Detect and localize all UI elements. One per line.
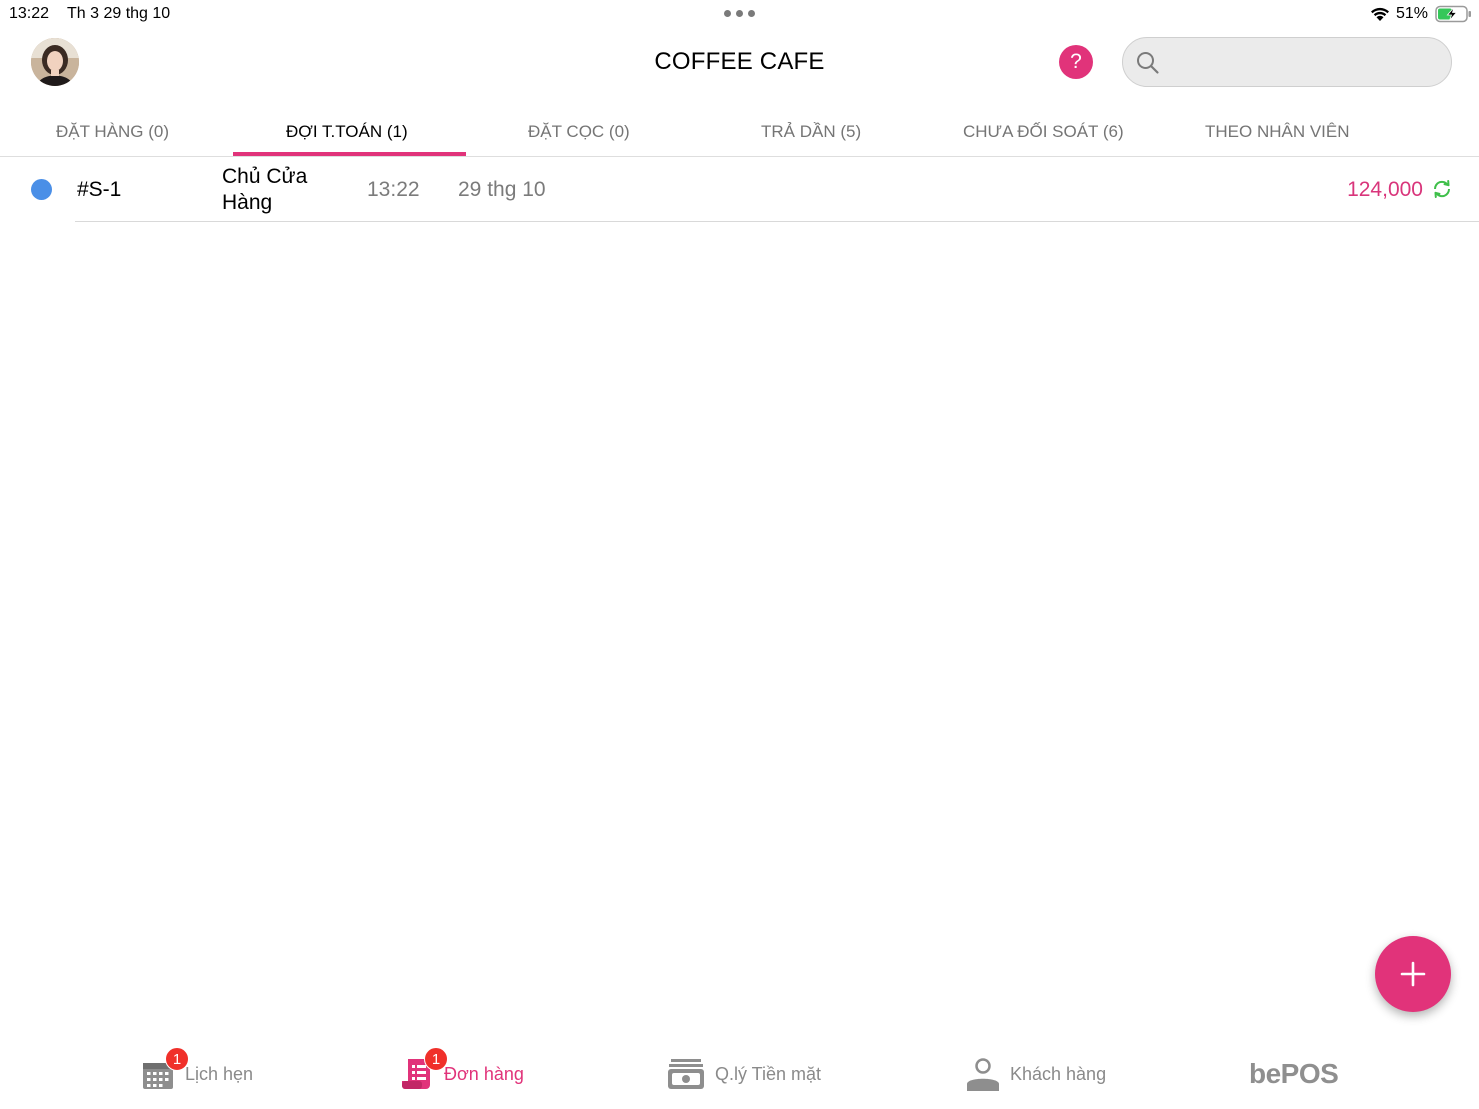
- nav-label-tien-mat: Q.lý Tiền mặt: [715, 1063, 822, 1084]
- nav-label-khach-hang: Khách hàng: [1010, 1063, 1107, 1084]
- plus-icon: [1400, 961, 1426, 987]
- multitasking-dots-icon[interactable]: [724, 10, 756, 18]
- search-icon: [1137, 52, 1159, 74]
- status-bar: 13:22 Th 3 29 thg 10 51%: [0, 0, 1479, 28]
- order-amount: 124,000: [1347, 178, 1423, 201]
- nav-label-don-hang: Đơn hàng: [444, 1063, 524, 1084]
- nav-item-don-hang[interactable]: 1 Đơn hàng: [400, 1047, 524, 1096]
- order-time: 13:22: [367, 178, 420, 201]
- tab-doi-thanh-toan[interactable]: ĐỢI T.TOÁN (1): [286, 122, 408, 142]
- sync-icon[interactable]: [1431, 178, 1453, 200]
- orders-badge: 1: [424, 1047, 448, 1071]
- tab-theo-nhan-vien[interactable]: THEO NHÂN VIÊN: [1205, 122, 1350, 142]
- order-id: #S-1: [77, 178, 122, 201]
- nav-label-lich-hen: Lịch hẹn: [185, 1063, 254, 1084]
- order-date: 29 thg 10: [458, 178, 546, 201]
- tab-tra-dan[interactable]: TRẢ DẦN (5): [761, 122, 861, 142]
- tab-chua-doi-soat[interactable]: CHƯA ĐỐI SOÁT (6): [963, 122, 1124, 142]
- order-tabs: ĐẶT HÀNG (0) ĐỢI T.TOÁN (1) ĐẶT CỌC (0) …: [0, 110, 1479, 157]
- nav-item-lich-hen[interactable]: 1 Lịch hẹn: [141, 1047, 254, 1096]
- help-button[interactable]: ?: [1059, 45, 1093, 79]
- nav-item-tien-mat[interactable]: Q.lý Tiền mặt: [667, 1052, 821, 1096]
- tab-dat-hang[interactable]: ĐẶT HÀNG (0): [56, 122, 169, 142]
- help-icon: ?: [1070, 50, 1082, 73]
- calendar-badge: 1: [165, 1047, 189, 1071]
- tab-dat-coc[interactable]: ĐẶT CỌC (0): [528, 122, 630, 142]
- bepos-logo: bePOS: [1249, 1058, 1339, 1089]
- status-date: Th 3 29 thg 10: [67, 5, 171, 22]
- customer-icon: [967, 1058, 999, 1091]
- wifi-icon: [1371, 7, 1389, 21]
- order-status-dot: [31, 179, 52, 200]
- search-input[interactable]: [1171, 48, 1441, 76]
- row-divider: [75, 221, 1479, 222]
- order-row[interactable]: #S-1 Chủ Cửa Hàng 13:22 29 thg 10 124,00…: [0, 158, 1479, 222]
- search-box[interactable]: [1122, 37, 1452, 87]
- cash-register-icon: [668, 1059, 704, 1089]
- order-customer: Chủ Cửa Hàng: [222, 165, 308, 214]
- add-order-button[interactable]: [1375, 936, 1451, 1012]
- battery-percent: 51%: [1396, 5, 1429, 22]
- active-tab-indicator: [233, 152, 466, 156]
- battery-icon: [1435, 5, 1471, 23]
- nav-item-khach-hang[interactable]: Khách hàng: [966, 1052, 1106, 1096]
- status-time: 13:22: [9, 5, 50, 22]
